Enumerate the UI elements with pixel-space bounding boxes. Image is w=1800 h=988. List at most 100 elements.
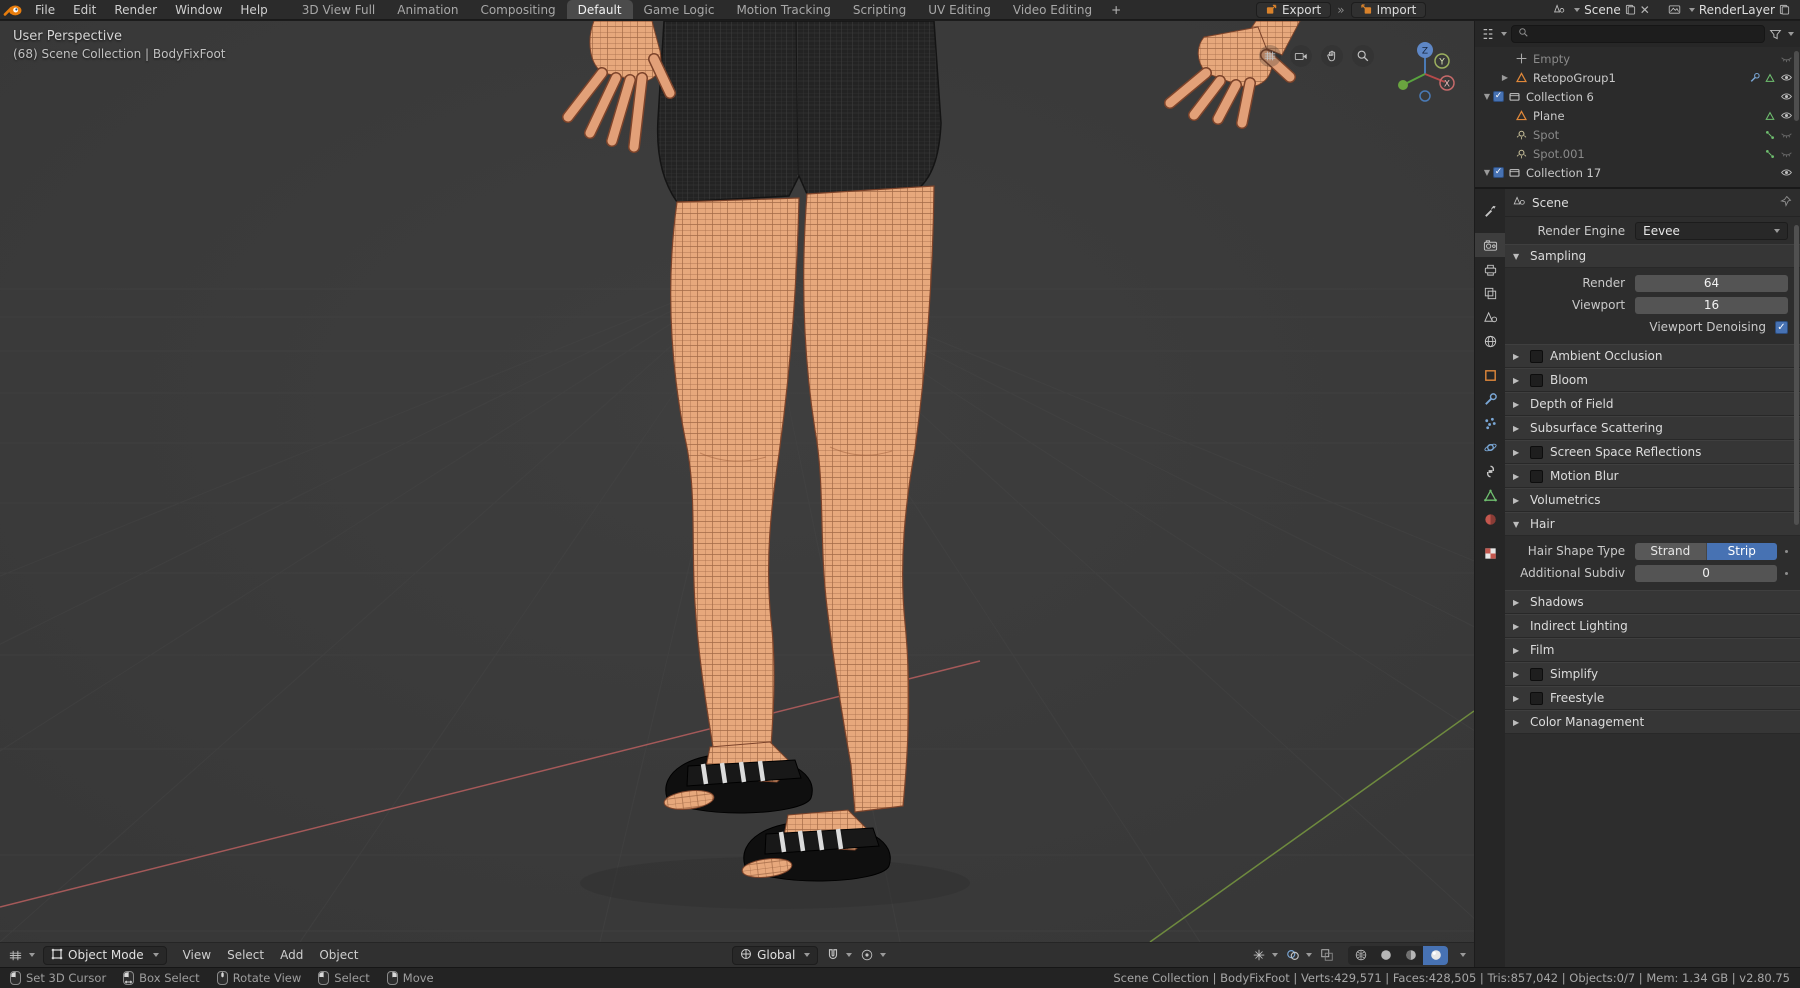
section-header-screen-space-reflections[interactable]: ▶ Screen Space Reflections	[1505, 440, 1800, 464]
properties-tab-scene[interactable]	[1475, 305, 1505, 329]
segment-strip[interactable]: Strip	[1706, 542, 1778, 560]
section-header-volumetrics[interactable]: ▶ Volumetrics	[1505, 488, 1800, 512]
shading-wireframe-button[interactable]	[1348, 946, 1373, 965]
expander-icon[interactable]: ▼	[1481, 92, 1493, 101]
properties-tab-render[interactable]	[1475, 233, 1505, 257]
render-layer-selector[interactable]: RenderLayer	[1668, 3, 1790, 17]
outliner-row-retopogroup1[interactable]: ▶ RetopoGroup1	[1475, 68, 1800, 87]
viewport-menu-add[interactable]: Add	[272, 948, 311, 962]
section-header-subsurface-scattering[interactable]: ▶ Subsurface Scattering	[1505, 416, 1800, 440]
properties-tab-tool[interactable]	[1475, 199, 1505, 223]
outliner-row-spot[interactable]: Spot	[1475, 125, 1800, 144]
number-field[interactable]: 0	[1635, 564, 1777, 582]
outliner-scrollbar[interactable]	[1794, 51, 1799, 121]
outliner-editor-type-button[interactable]	[1481, 27, 1507, 41]
properties-tab-material[interactable]	[1475, 507, 1505, 531]
visibility-eye-icon[interactable]	[1776, 90, 1796, 103]
shading-solid-button[interactable]	[1373, 946, 1398, 965]
blender-logo-icon[interactable]	[0, 0, 26, 20]
collection-checkbox[interactable]: ✓	[1493, 167, 1504, 178]
properties-tab-view-layer[interactable]	[1475, 281, 1505, 305]
menu-render[interactable]: Render	[105, 0, 166, 19]
outliner-row-collection-6[interactable]: ▼ ✓ Collection 6	[1475, 87, 1800, 106]
section-header-simplify[interactable]: ▶ Simplify	[1505, 662, 1800, 686]
section-checkbox[interactable]	[1530, 373, 1543, 387]
menu-edit[interactable]: Edit	[64, 0, 105, 19]
zoom-view-button[interactable]	[1352, 45, 1374, 67]
render-engine-dropdown[interactable]: Eevee	[1635, 221, 1788, 240]
new-render-layer-icon[interactable]	[1779, 4, 1790, 15]
menu-help[interactable]: Help	[231, 0, 276, 19]
camera-view-button[interactable]	[1290, 45, 1312, 67]
visibility-eye-icon[interactable]	[1776, 52, 1796, 65]
workspace-tab-scripting[interactable]: Scripting	[842, 0, 917, 19]
shading-material-button[interactable]	[1398, 946, 1423, 965]
scene-selector[interactable]: Scene ✕	[1553, 3, 1650, 17]
outliner-search-box[interactable]	[1511, 25, 1765, 43]
orientation-dropdown[interactable]: Global	[732, 945, 819, 965]
properties-tab-constraints[interactable]	[1475, 459, 1505, 483]
workspace-tab-default[interactable]: Default	[566, 0, 633, 19]
section-header-shadows[interactable]: ▶ Shadows	[1505, 590, 1800, 614]
visibility-eye-icon[interactable]	[1776, 166, 1796, 179]
properties-tab-modifiers[interactable]	[1475, 387, 1505, 411]
menu-file[interactable]: File	[26, 0, 64, 19]
viewport-menu-object[interactable]: Object	[311, 948, 366, 962]
properties-tab-object[interactable]	[1475, 363, 1505, 387]
segment-strand[interactable]: Strand	[1635, 542, 1707, 560]
outliner-row-plane[interactable]: Plane	[1475, 106, 1800, 125]
section-header-color-management[interactable]: ▶ Color Management	[1505, 710, 1800, 734]
properties-scrollbar[interactable]	[1794, 225, 1799, 525]
section-checkbox[interactable]	[1530, 445, 1543, 459]
toggle-projection-button[interactable]	[1259, 45, 1281, 67]
workspace-tab-motion-tracking[interactable]: Motion Tracking	[725, 0, 841, 19]
section-header-motion-blur[interactable]: ▶ Motion Blur	[1505, 464, 1800, 488]
expander-icon[interactable]: ▼	[1481, 168, 1493, 177]
properties-tab-physics[interactable]	[1475, 435, 1505, 459]
outliner-row-spot-001[interactable]: Spot.001	[1475, 144, 1800, 163]
editor-type-button[interactable]	[8, 948, 35, 963]
section-header-freestyle[interactable]: ▶ Freestyle	[1505, 686, 1800, 710]
viewport-scene[interactable]	[0, 21, 1474, 942]
section-header-hair[interactable]: ▼ Hair	[1505, 512, 1800, 536]
import-button[interactable]: Import	[1350, 1, 1427, 18]
number-field[interactable]: 64	[1635, 274, 1788, 292]
xray-toggle-button[interactable]	[1320, 948, 1334, 962]
shorts-mesh[interactable]	[656, 21, 942, 203]
outliner-search-input[interactable]	[1533, 27, 1758, 41]
menu-window[interactable]: Window	[166, 0, 231, 19]
section-header-ambient-occlusion[interactable]: ▶ Ambient Occlusion	[1505, 344, 1800, 368]
viewport-3d[interactable]: User Perspective (68) Scene Collection |…	[0, 21, 1474, 967]
outliner-row-empty[interactable]: Empty	[1475, 49, 1800, 68]
section-checkbox[interactable]	[1530, 349, 1543, 363]
workspace-tab-video-editing[interactable]: Video Editing	[1002, 0, 1103, 19]
section-header-film[interactable]: ▶ Film	[1505, 638, 1800, 662]
filter-button[interactable]	[1769, 28, 1794, 41]
properties-tab-output[interactable]	[1475, 257, 1505, 281]
section-checkbox[interactable]	[1530, 667, 1543, 681]
add-workspace-button[interactable]: +	[1103, 3, 1129, 17]
unlink-scene-icon[interactable]: ✕	[1640, 3, 1650, 17]
workspace-tab-uv-editing[interactable]: UV Editing	[917, 0, 1002, 19]
number-field[interactable]: 16	[1635, 296, 1788, 314]
visibility-eye-icon[interactable]	[1776, 128, 1796, 141]
section-header-bloom[interactable]: ▶ Bloom	[1505, 368, 1800, 392]
show-gizmo-button[interactable]	[1252, 948, 1278, 962]
scene-browse-icon[interactable]	[1553, 3, 1566, 16]
section-header-depth-of-field[interactable]: ▶ Depth of Field	[1505, 392, 1800, 416]
shading-rendered-button[interactable]	[1423, 945, 1448, 965]
workspace-tab-animation[interactable]: Animation	[386, 0, 469, 19]
visibility-eye-icon[interactable]	[1776, 109, 1796, 122]
section-header-sampling[interactable]: ▼ Sampling	[1505, 244, 1800, 268]
section-checkbox[interactable]	[1530, 469, 1543, 483]
workspace-tab-compositing[interactable]: Compositing	[469, 0, 566, 19]
export-button[interactable]: Export	[1255, 1, 1332, 18]
proportional-editing-button[interactable]	[860, 948, 887, 962]
collection-checkbox[interactable]: ✓	[1493, 91, 1504, 102]
navigation-gizmo[interactable]: Z Y X	[1394, 39, 1458, 106]
pin-icon[interactable]	[1780, 195, 1792, 210]
properties-tab-world[interactable]	[1475, 329, 1505, 353]
expander-icon[interactable]: ▶	[1499, 73, 1511, 82]
viewport-menu-view[interactable]: View	[175, 948, 219, 962]
outliner-row-collection-17[interactable]: ▼ ✓ Collection 17	[1475, 163, 1800, 182]
